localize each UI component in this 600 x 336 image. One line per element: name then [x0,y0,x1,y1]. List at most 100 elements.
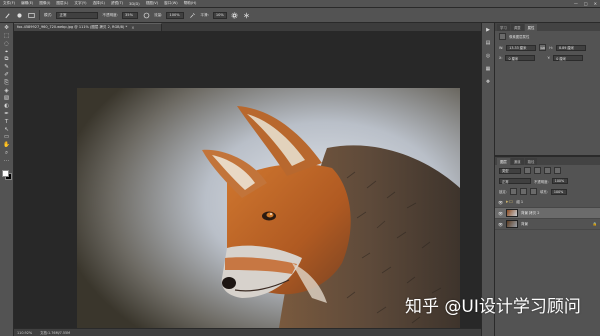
menu-edit[interactable]: 编辑(E) [21,1,33,6]
zoom-level[interactable]: 110.92% [17,331,32,335]
y-field[interactable]: 0 厘米 [553,55,584,61]
crop-tool-icon[interactable]: ⧉ [2,56,12,64]
navigator-icon[interactable]: ◎ [483,53,493,61]
eye-icon[interactable]: 👁 [498,200,503,205]
watermark: 知乎 @UI设计学习顾问 [405,297,581,317]
lock-transparency-icon[interactable] [509,188,517,195]
tools-icon[interactable]: ❖ [483,78,493,86]
lock-icon: 🔒 [592,222,597,226]
filter-adjust-icon[interactable] [534,167,541,174]
foreground-color[interactable] [1,170,9,178]
brush-preset-icon[interactable] [15,11,23,19]
x-field[interactable]: 0 厘米 [505,55,536,61]
height-field[interactable]: 8.89 厘米 [556,44,586,51]
menu-select[interactable]: 选择(S) [93,1,105,6]
menu-image[interactable]: 图像(I) [39,1,50,6]
layer-item-group[interactable]: 👁 ▸▭ 组 1 [495,197,600,208]
tab-properties[interactable]: 属性 [524,24,538,31]
x-label: X: [499,56,503,60]
brush-tool-icon[interactable] [3,11,11,19]
menu-view[interactable]: 视图(V) [146,1,158,6]
menu-type[interactable]: 文字(Y) [74,1,86,6]
gear-icon[interactable] [231,11,239,19]
blend-mode-select[interactable]: 正常 [499,178,531,184]
layer-item-background[interactable]: 👁 背景 🔒 [495,219,600,230]
menu-file[interactable]: 文件(F) [3,1,15,6]
swatches-icon[interactable]: ▦ [483,65,493,73]
fox-photo [77,88,460,336]
history-brush-tool-icon[interactable]: ◈ [2,87,12,95]
smoothing-label: 平滑: [200,12,209,17]
separator [39,10,40,20]
fill-field[interactable]: 100% [550,188,567,195]
play-icon[interactable]: ▶ [483,27,493,35]
pen-tool-icon[interactable]: ✒ [2,111,12,119]
opacity-label: 不透明度: [102,12,118,17]
tab-channels[interactable]: 通道 [510,158,524,165]
layer-item-copy[interactable]: 👁 背景 拷贝 2 [495,208,600,219]
dodge-tool-icon[interactable]: ◐ [2,103,12,111]
hand-tool-icon[interactable]: ✋ [2,142,12,150]
pressure-opacity-icon[interactable] [142,11,150,19]
layer-filter-select[interactable]: 类型 [499,167,521,174]
link-icon[interactable]: GO [539,44,547,51]
fill-label: 填充: [539,190,548,194]
healing-tool-icon[interactable]: ✐ [2,72,12,80]
airbrush-icon[interactable] [188,11,196,19]
path-select-tool-icon[interactable]: ↖ [2,126,12,134]
layers-tabs: 图层 通道 路径 [495,157,600,165]
layer-opacity-field[interactable]: 100% [551,178,568,184]
close-icon[interactable]: × [131,25,134,30]
history-icon[interactable]: ▤ [483,40,493,48]
layer-name: 组 1 [516,199,524,204]
color-swatches[interactable] [1,169,13,183]
eye-icon[interactable]: 👁 [498,222,503,227]
symmetry-icon[interactable] [243,11,251,19]
type-tool-icon[interactable]: T [2,119,12,127]
y-label: Y: [547,56,551,60]
filter-pixel-icon[interactable] [524,167,531,174]
menu-layer[interactable]: 图层(L) [56,1,68,6]
menu-filter[interactable]: 滤镜(T) [111,1,123,6]
brush-settings-icon[interactable] [27,11,35,19]
menu-help[interactable]: 帮助(H) [184,1,197,6]
lock-position-icon[interactable] [529,188,537,195]
eraser-tool-icon[interactable]: ▧ [2,95,12,103]
shape-tool-icon[interactable]: ▭ [2,134,12,142]
image-canvas[interactable] [77,88,460,336]
size-row: W: 13.33 厘米 GO H: 8.89 厘米 [495,42,600,53]
filter-type-icon[interactable] [544,167,551,174]
layer-thumbnail [506,220,518,228]
filter-shape-icon[interactable] [554,167,561,174]
lock-label: 锁定: [499,190,507,194]
lasso-tool-icon[interactable]: ◌ [2,41,12,49]
mode-select[interactable]: 正常 [56,11,99,19]
marquee-tool-icon[interactable]: ⬚ [2,33,12,41]
tab-paths[interactable]: 路径 [524,158,538,165]
tab-adjustments[interactable]: 调整 [510,24,524,31]
zoom-tool-icon[interactable]: ⌕ [2,150,12,158]
layer-name: 背景 [521,221,528,226]
tab-learn[interactable]: 学习 [497,24,510,31]
opacity-field[interactable]: 35% [122,11,138,19]
eye-icon[interactable]: 👁 [498,211,503,216]
blend-row: 正常 不透明度: 100% [495,176,600,186]
close-button[interactable]: ✕ [594,1,597,6]
lock-pixels-icon[interactable] [519,188,527,195]
maximize-button[interactable]: □ [584,1,588,6]
eyedropper-tool-icon[interactable]: ✎ [2,64,12,72]
flow-field[interactable]: 100% [166,11,185,19]
more-tools-icon[interactable]: ⋯ [2,158,12,166]
minimize-button[interactable]: — [574,1,578,6]
quick-select-tool-icon[interactable]: ⌖ [2,48,12,56]
window-controls: — □ ✕ [574,0,597,7]
tab-layers[interactable]: 图层 [497,158,510,165]
menu-3d[interactable]: 3D(D) [129,2,140,6]
width-field[interactable]: 13.33 厘米 [506,44,537,51]
layer-type-label: 像素图层属性 [509,35,530,39]
smoothing-field[interactable]: 10% [212,11,227,19]
menu-window[interactable]: 窗口(W) [164,1,178,6]
move-tool-icon[interactable]: ✥ [2,25,12,33]
clone-stamp-tool-icon[interactable]: ⎘ [2,80,12,88]
document-tab[interactable]: fox-4589927_960_720.webp.jpg @ 111% (图层 … [14,23,162,31]
